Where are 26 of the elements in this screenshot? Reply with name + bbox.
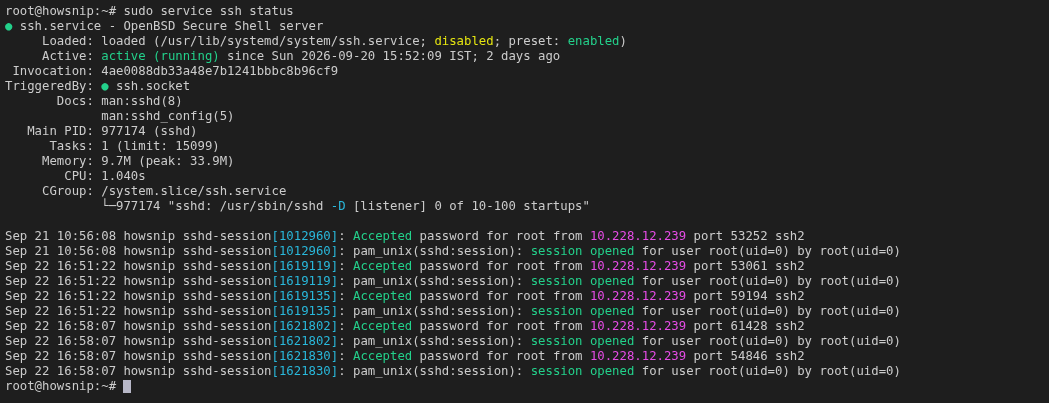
terminal-line: TriggeredBy: ● ssh.socket	[5, 79, 191, 94]
terminal-line: root@howsnip:~# sudo service ssh status	[5, 4, 294, 19]
terminal-line: Sep 22 16:58:07 howsnip sshd-session[1621802]: pam_unix(sshd:session): session opened for user root(uid=0) by root(uid=0)	[5, 334, 901, 349]
terminal-line: Sep 21 10:56:08 howsnip sshd-session[1012960]: pam_unix(sshd:session): session opened for user root(uid=0) by root(uid=0)	[5, 244, 901, 259]
terminal-line: Memory: 9.7M (peak: 33.9M)	[41, 154, 235, 169]
terminal-line: Main PID: 977174 (sshd)	[26, 124, 198, 139]
terminal-line: Sep 22 16:58:07 howsnip sshd-session[1621830]: pam_unix(sshd:session): session opened for user root(uid=0) by root(uid=0)	[5, 364, 901, 379]
terminal-line: Loaded: loaded (/usr/lib/systemd/system/ssh.service; disabled; preset: enabled)	[41, 34, 627, 49]
shell-prompt: root@howsnip:~#	[5, 379, 117, 394]
terminal-line: Invocation: 4ae0088db33a48e7b1241bbbc8b96cf9	[11, 64, 339, 79]
text-cursor	[123, 380, 132, 393]
terminal-line: Sep 21 10:56:08 howsnip sshd-session[1012960]: Accepted password for root from 10.228.12.239 port 53252 ssh2	[5, 229, 805, 244]
terminal-line: Sep 22 16:51:22 howsnip sshd-session[1619135]: Accepted password for root from 10.228.12.239 port 59194 ssh2	[5, 289, 805, 304]
terminal-line: Active: active (running) since Sun 2026-09-20 15:52:09 IST; 2 days ago	[41, 49, 561, 64]
terminal-line: Docs: man:sshd(8)	[55, 94, 183, 109]
terminal-line: CGroup: /system.slice/ssh.service	[41, 184, 287, 199]
terminal-line: Sep 22 16:51:22 howsnip sshd-session[1619119]: pam_unix(sshd:session): session opened for user root(uid=0) by root(uid=0)	[5, 274, 901, 289]
terminal-line: Sep 22 16:51:22 howsnip sshd-session[1619135]: pam_unix(sshd:session): session opened for user root(uid=0) by root(uid=0)	[5, 304, 901, 319]
terminal-line: └─977174 "sshd: /usr/sbin/sshd -D [listener] 0 of 10-100 startups"	[100, 199, 590, 214]
terminal-line: Tasks: 1 (limit: 15099)	[48, 139, 220, 154]
terminal-line: ● ssh.service - OpenBSD Secure Shell server	[5, 19, 324, 34]
terminal-line: Sep 22 16:58:07 howsnip sshd-session[1621802]: Accepted password for root from 10.228.12.239 port 61428 ssh2	[5, 319, 805, 334]
terminal-line: man:sshd_config(5)	[100, 109, 235, 124]
terminal-line: Sep 22 16:58:07 howsnip sshd-session[1621830]: Accepted password for root from 10.228.12.239 port 54846 ssh2	[5, 349, 805, 364]
terminal-line: CPU: 1.040s	[63, 169, 146, 184]
terminal-line: Sep 22 16:51:22 howsnip sshd-session[1619119]: Accepted password for root from 10.228.12.239 port 53061 ssh2	[5, 259, 805, 274]
